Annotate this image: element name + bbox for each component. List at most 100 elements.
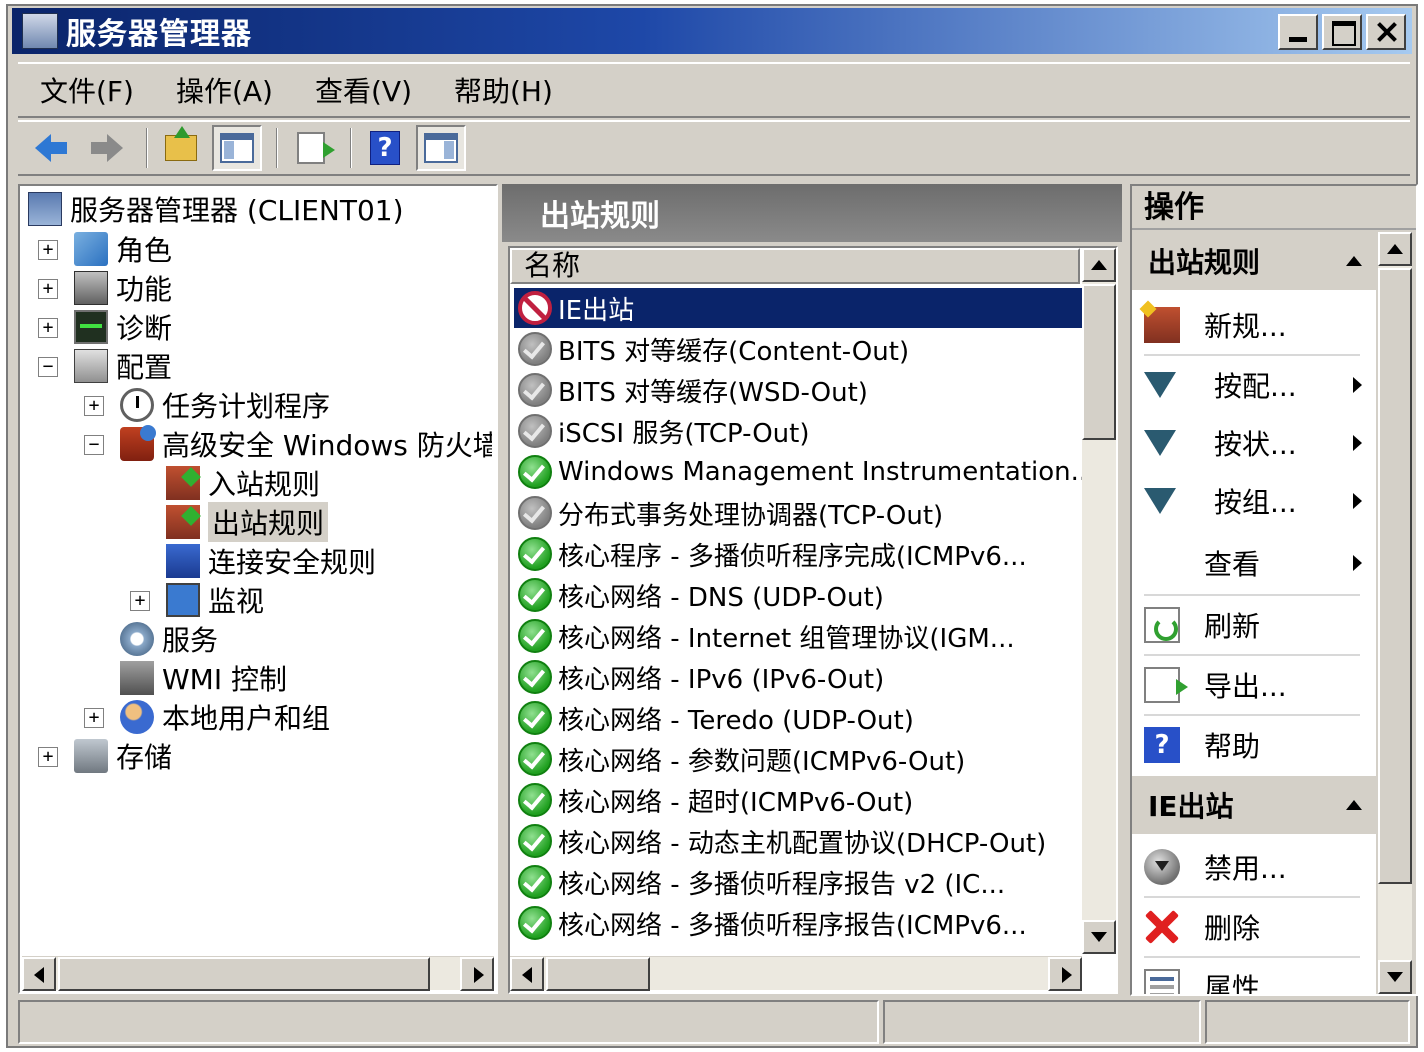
rule-name: iSCSI 服务(TCP-Out) bbox=[558, 418, 810, 449]
export-list-button[interactable] bbox=[286, 125, 336, 171]
action-filter-by-state[interactable]: 按状... bbox=[1132, 414, 1376, 472]
show-hide-console-tree-button[interactable] bbox=[212, 125, 262, 171]
rule-row[interactable]: 核心网络 - DNS (UDP-Out) bbox=[514, 575, 1082, 615]
rule-row[interactable]: 核心网络 - Internet 组管理协议(IGM... bbox=[514, 616, 1082, 656]
action-help[interactable]: ? 帮助 bbox=[1132, 716, 1376, 774]
section-label: 出站规则 bbox=[1148, 246, 1261, 279]
rule-row[interactable]: Windows Management Instrumentation... bbox=[514, 452, 1082, 492]
scroll-thumb[interactable] bbox=[1378, 268, 1412, 884]
tree-item-storage[interactable]: 存储 bbox=[74, 737, 172, 775]
action-properties[interactable]: 属性 bbox=[1132, 958, 1376, 994]
tree-item-services[interactable]: 服务 bbox=[120, 620, 218, 658]
scroll-up-button[interactable] bbox=[1378, 232, 1412, 266]
menu-action[interactable]: 操作(A) bbox=[176, 70, 273, 110]
collapse-firewall-toggle[interactable]: − bbox=[84, 435, 104, 455]
expand-roles-toggle[interactable]: + bbox=[38, 240, 58, 260]
up-one-level-button[interactable] bbox=[156, 125, 206, 171]
disabled-check-icon bbox=[518, 373, 552, 407]
scroll-down-button[interactable] bbox=[1378, 960, 1412, 994]
expand-diagnostics-toggle[interactable]: + bbox=[38, 318, 58, 338]
rule-row[interactable]: 核心网络 - 参数问题(ICMPv6-Out) bbox=[514, 739, 1082, 779]
tree-item-features[interactable]: 功能 bbox=[74, 269, 172, 307]
expand-monitoring-toggle[interactable]: + bbox=[130, 591, 150, 611]
show-hide-action-pane-icon bbox=[424, 133, 458, 163]
close-button[interactable] bbox=[1366, 14, 1406, 50]
rule-row[interactable]: BITS 对等缓存(WSD-Out) bbox=[514, 370, 1082, 410]
rule-row[interactable]: 核心程序 - 多播侦听程序完成(ICMPv6... bbox=[514, 534, 1082, 574]
action-export-list[interactable]: 导出... bbox=[1132, 656, 1376, 714]
action-disable-rule[interactable]: 禁用... bbox=[1132, 838, 1376, 896]
actions-vertical-scrollbar[interactable] bbox=[1378, 232, 1412, 994]
actions-list: 出站规则 新规... 按配... 按状... 按组... 查看 刷新 导出...… bbox=[1132, 232, 1376, 994]
help-button[interactable]: ? bbox=[360, 125, 410, 171]
scroll-right-button[interactable] bbox=[460, 957, 494, 991]
back-button[interactable] bbox=[26, 125, 76, 171]
menu-file[interactable]: 文件(F) bbox=[40, 70, 134, 110]
rule-row[interactable]: 核心网络 - 多播侦听程序报告(ICMPv6... bbox=[514, 903, 1082, 943]
menu-help[interactable]: 帮助(H) bbox=[454, 70, 553, 110]
action-view[interactable]: 查看 bbox=[1132, 534, 1376, 592]
action-delete[interactable]: 删除 bbox=[1132, 898, 1376, 956]
action-filter-by-group[interactable]: 按组... bbox=[1132, 472, 1376, 530]
tree-item-outbound-rules[interactable]: 出站规则 bbox=[166, 502, 329, 542]
rule-row[interactable]: 核心网络 - Teredo (UDP-Out) bbox=[514, 698, 1082, 738]
show-hide-action-pane-button[interactable] bbox=[416, 125, 466, 171]
tree-item-firewall[interactable]: 高级安全 Windows 防火墙 bbox=[120, 425, 492, 463]
scroll-left-button[interactable] bbox=[22, 957, 56, 991]
tree-item-inbound-rules[interactable]: 入站规则 bbox=[166, 464, 320, 502]
tree-item-label: 服务 bbox=[162, 624, 219, 657]
tree-item-label: 任务计划程序 bbox=[162, 390, 331, 423]
rule-row[interactable]: iSCSI 服务(TCP-Out) bbox=[514, 411, 1082, 451]
scroll-up-button[interactable] bbox=[1082, 248, 1116, 282]
status-cell bbox=[1205, 1000, 1410, 1044]
actions-section-selected-rule[interactable]: IE出站 bbox=[1132, 776, 1376, 834]
scroll-left-button[interactable] bbox=[510, 957, 544, 991]
tree-item-local-users-groups[interactable]: 本地用户和组 bbox=[120, 698, 330, 736]
rule-row[interactable]: 分布式事务处理协调器(TCP-Out) bbox=[514, 493, 1082, 533]
tree-item-wmi-control[interactable]: WMI 控制 bbox=[120, 659, 287, 697]
storage-icon bbox=[74, 739, 108, 773]
collapse-caret-icon bbox=[1346, 800, 1362, 810]
tree-item-diagnostics[interactable]: 诊断 bbox=[74, 308, 172, 346]
submenu-arrow-icon bbox=[1353, 555, 1362, 571]
action-filter-by-profile[interactable]: 按配... bbox=[1132, 356, 1376, 414]
tree-horizontal-scrollbar[interactable] bbox=[22, 956, 494, 991]
tree-item-monitoring[interactable]: 监视 bbox=[166, 581, 264, 619]
menu-view[interactable]: 查看(V) bbox=[315, 70, 412, 110]
tree-item-server-manager[interactable]: 服务器管理器 (CLIENT01) bbox=[28, 190, 404, 228]
action-label: 删除 bbox=[1204, 912, 1261, 945]
scroll-down-button[interactable] bbox=[1082, 920, 1116, 954]
rule-row[interactable]: 核心网络 - 动态主机配置协议(DHCP-Out) bbox=[514, 821, 1082, 861]
rule-row[interactable]: 核心网络 - IPv6 (IPv6-Out) bbox=[514, 657, 1082, 697]
actions-section-outbound-rules[interactable]: 出站规则 bbox=[1132, 232, 1376, 290]
expand-storage-toggle[interactable]: + bbox=[38, 747, 58, 767]
rule-row[interactable]: BITS 对等缓存(Content-Out) bbox=[514, 329, 1082, 369]
rule-row[interactable]: IE出站 bbox=[514, 288, 1082, 328]
title-bar[interactable]: 服务器管理器 bbox=[12, 8, 1412, 54]
expand-features-toggle[interactable]: + bbox=[38, 279, 58, 299]
minimize-button[interactable] bbox=[1278, 14, 1318, 50]
action-refresh[interactable]: 刷新 bbox=[1132, 596, 1376, 654]
collapse-configuration-toggle[interactable]: − bbox=[38, 357, 58, 377]
action-new-rule[interactable]: 新规... bbox=[1132, 296, 1376, 354]
expand-task-scheduler-toggle[interactable]: + bbox=[84, 396, 104, 416]
expand-local-users-toggle[interactable]: + bbox=[84, 708, 104, 728]
column-header-name[interactable]: 名称 bbox=[510, 248, 1080, 284]
show-hide-tree-icon bbox=[220, 133, 254, 163]
scroll-thumb[interactable] bbox=[1082, 284, 1116, 440]
outbound-rules-icon bbox=[166, 505, 200, 539]
tree-item-task-scheduler[interactable]: 任务计划程序 bbox=[120, 386, 330, 424]
maximize-button[interactable] bbox=[1322, 14, 1362, 50]
rule-row[interactable]: 核心网络 - 超时(ICMPv6-Out) bbox=[514, 780, 1082, 820]
forward-button[interactable] bbox=[82, 125, 132, 171]
export-icon bbox=[1144, 667, 1188, 703]
scroll-right-button[interactable] bbox=[1048, 957, 1082, 991]
tree-item-configuration[interactable]: 配置 bbox=[74, 347, 172, 385]
rules-horizontal-scrollbar[interactable] bbox=[510, 956, 1082, 991]
tree-item-roles[interactable]: 角色 bbox=[74, 230, 172, 268]
rule-row[interactable]: 核心网络 - 多播侦听程序报告 v2 (IC... bbox=[514, 862, 1082, 902]
scroll-thumb[interactable] bbox=[546, 957, 650, 991]
scroll-thumb[interactable] bbox=[58, 957, 430, 991]
tree-item-connection-security-rules[interactable]: 连接安全规则 bbox=[166, 542, 376, 580]
rules-vertical-scrollbar[interactable] bbox=[1082, 248, 1116, 954]
